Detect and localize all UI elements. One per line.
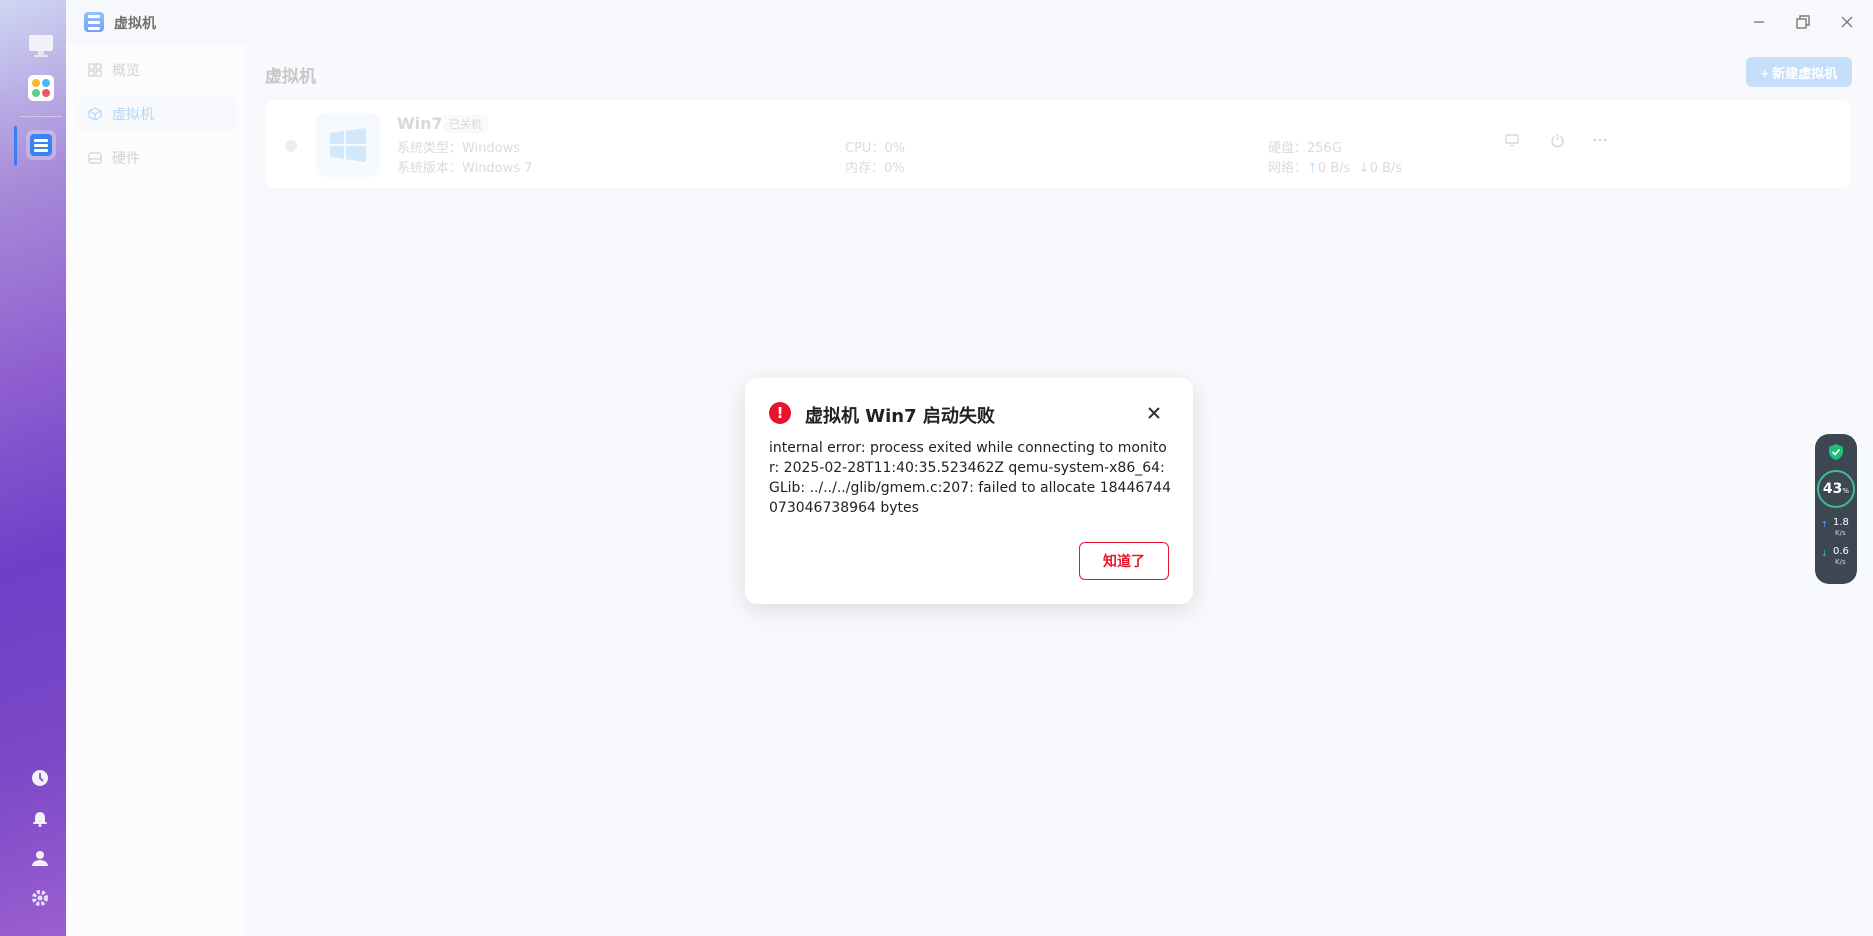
close-icon [1148,407,1160,419]
dialog-message: internal error: process exited while con… [769,440,1171,516]
resource-monitor-widget[interactable]: 43% ↑ 1.8 K/s ↓ 0.6 K/s [1815,434,1857,584]
error-exclamation-icon: ! [769,402,791,424]
user-icon[interactable] [30,848,50,868]
upload-arrow-icon: ↑ [1821,520,1828,529]
cpu-usage-ring: 43% [1817,470,1855,508]
vm-app-icon[interactable] [26,130,56,160]
dock-active-indicator [14,126,17,166]
shield-check-icon [1829,444,1843,460]
dialog-close-button[interactable] [1143,402,1165,424]
dialog-confirm-button[interactable]: 知道了 [1079,542,1169,580]
desktop-monitor-icon[interactable] [26,31,56,61]
desktop-dock [0,0,66,936]
resource-icon[interactable] [30,768,50,788]
dock-divider [20,116,62,117]
bell-icon[interactable] [30,808,50,828]
error-dialog: ! 虚拟机 Win7 启动失败 internal error: process … [745,378,1193,604]
dialog-title: 虚拟机 Win7 启动失败 [805,406,995,427]
settings-gear-icon[interactable] [30,888,50,908]
app-store-icon[interactable] [26,73,56,103]
download-arrow-icon: ↓ [1821,549,1828,558]
